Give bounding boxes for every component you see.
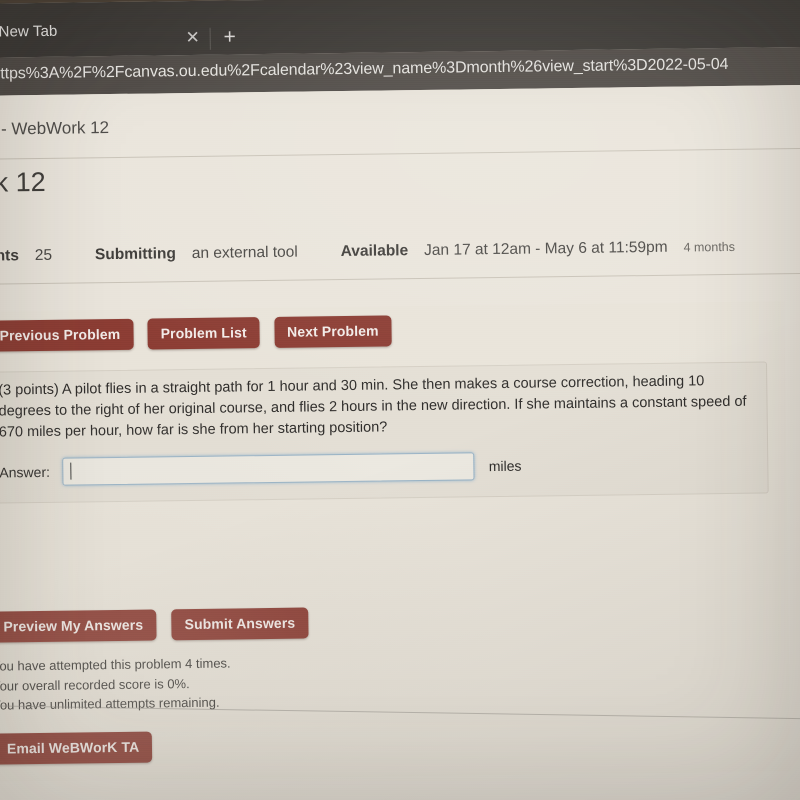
email-webwork-ta-button[interactable]: Email WeBWorK TA	[0, 731, 153, 765]
email-ta-wrap: Email WeBWorK TA	[0, 731, 153, 765]
problem-list-button[interactable]: Problem List	[147, 317, 260, 350]
tab-separator	[209, 27, 211, 50]
problem-nav-buttons: Previous Problem Problem List Next Probl…	[0, 315, 402, 352]
answer-label: Answer:	[0, 463, 51, 481]
answer-units-label: miles	[488, 457, 522, 475]
photo-of-screen: New Tab ✕ + to=https%3A%2F%2Fcanvas.ou.e…	[0, 0, 800, 800]
plus-icon[interactable]: +	[219, 25, 241, 48]
breadcrumb[interactable]: tice - WebWork 12	[0, 118, 109, 140]
available-label: Available	[340, 242, 409, 261]
browser-tab[interactable]: New Tab	[0, 15, 189, 52]
points-value: 25	[34, 246, 53, 265]
submit-buttons: Preview My Answers Submit Answers	[0, 607, 319, 643]
available-duration: 4 months	[683, 239, 736, 255]
address-bar-url: to=https%3A%2F%2Fcanvas.ou.edu%2Fcalenda…	[0, 55, 729, 83]
submitting-label: Submitting	[94, 245, 177, 264]
available-value: Jan 17 at 12am - May 6 at 11:59pm	[423, 238, 668, 259]
answer-row: Answer: miles	[0, 452, 522, 487]
webwork-panel: Previous Problem Problem List Next Probl…	[0, 301, 791, 782]
next-problem-button[interactable]: Next Problem	[273, 315, 392, 348]
browser-window: New Tab ✕ + to=https%3A%2F%2Fcanvas.ou.e…	[0, 0, 800, 800]
previous-problem-button[interactable]: Previous Problem	[0, 318, 134, 352]
canvas-page: tice - WebWork 12 ork 12 Points 25 Submi…	[0, 84, 800, 800]
assignment-meta-row: Points 25 Submitting an external tool Av…	[0, 236, 800, 265]
submitting-value: an external tool	[191, 243, 298, 262]
answer-input[interactable]	[62, 452, 475, 486]
preview-my-answers-button[interactable]: Preview My Answers	[0, 609, 157, 643]
tab-title: New Tab	[0, 22, 58, 41]
points-label: Points	[0, 247, 20, 265]
submit-answers-button[interactable]: Submit Answers	[171, 607, 309, 641]
problem-box: (3 points) A pilot flies in a straight p…	[0, 361, 769, 504]
divider-top	[0, 147, 800, 160]
close-icon[interactable]: ✕	[183, 28, 203, 48]
divider-meta	[0, 272, 800, 285]
problem-statement: (3 points) A pilot flies in a straight p…	[0, 373, 747, 441]
text-caret	[70, 462, 72, 480]
attempt-status: You have attempted this problem 4 times.…	[0, 649, 592, 715]
page-title: ork 12	[0, 166, 46, 198]
